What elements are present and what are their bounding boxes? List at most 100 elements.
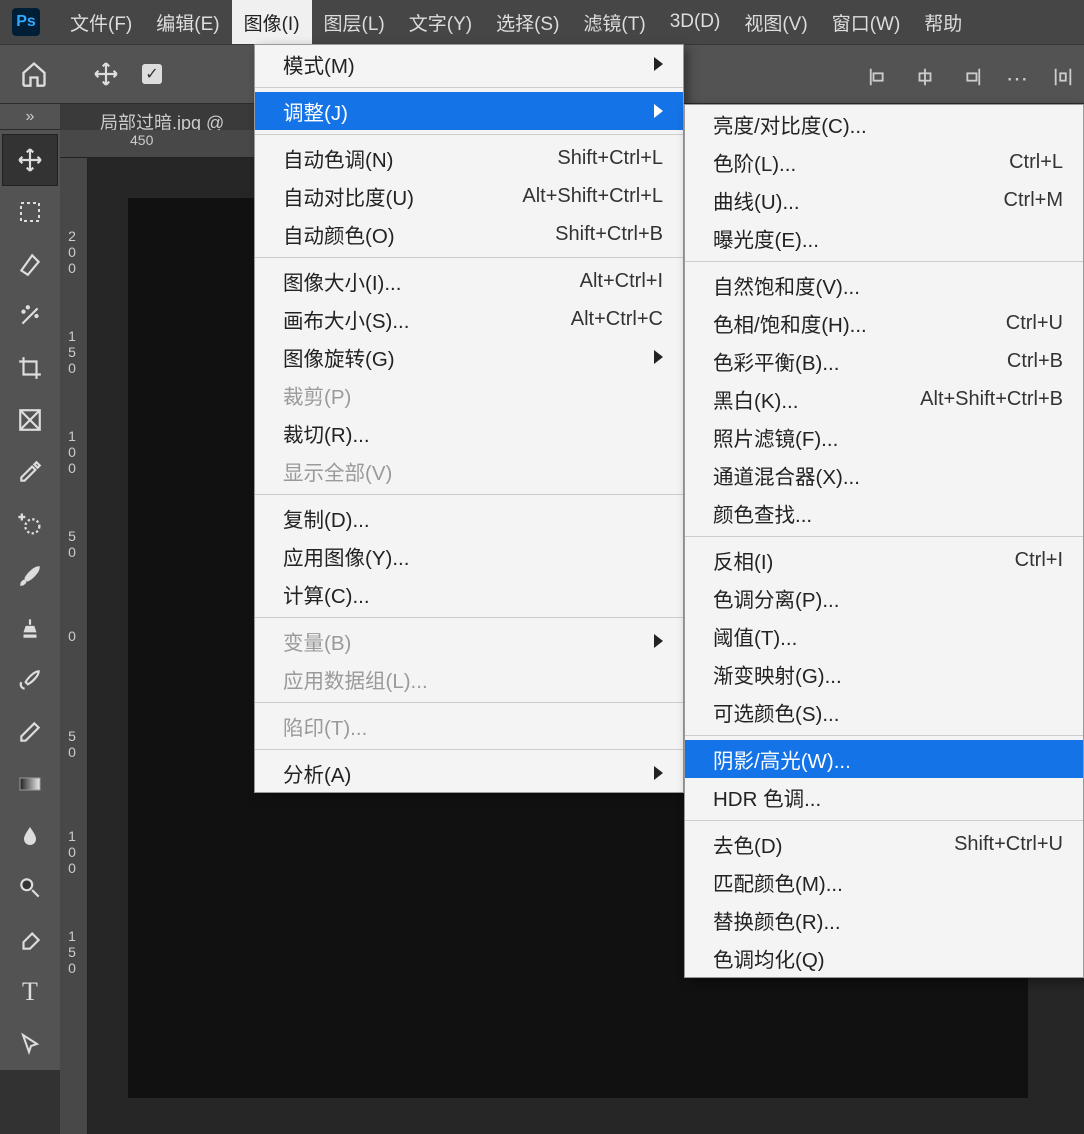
- adjust-menu-item-shortcut: Ctrl+M: [1004, 189, 1063, 212]
- menu-image[interactable]: 图像(I): [232, 0, 312, 44]
- adjust-menu-item-11[interactable]: 颜色查找...: [685, 494, 1083, 532]
- ellipsis-icon[interactable]: ⋯: [1006, 66, 1028, 94]
- image-menu-item-label: 变量(B): [283, 626, 351, 656]
- adjust-menu-item-label: 曝光度(E)...: [713, 223, 819, 253]
- menu-edit[interactable]: 编辑(E): [144, 0, 231, 44]
- adjust-menu-item-8[interactable]: 黑白(K)...Alt+Shift+Ctrl+B: [685, 380, 1083, 418]
- auto-select-checkbox[interactable]: ✓: [142, 64, 162, 84]
- adjust-menu-item-3[interactable]: 曝光度(E)...: [685, 219, 1083, 257]
- eyedropper-tool[interactable]: [2, 446, 58, 498]
- path-select-tool[interactable]: [2, 1018, 58, 1070]
- adjust-menu-item-label: 颜色查找...: [713, 498, 812, 528]
- eraser-tool[interactable]: [2, 706, 58, 758]
- adjust-menu-item-7[interactable]: 色彩平衡(B)...Ctrl+B: [685, 342, 1083, 380]
- clone-stamp-tool[interactable]: [2, 602, 58, 654]
- distribute-icon[interactable]: [1052, 66, 1074, 94]
- image-menu-separator: [255, 257, 683, 258]
- image-menu-item-label: 显示全部(V): [283, 456, 392, 486]
- menu-filter[interactable]: 滤镜(T): [571, 0, 657, 44]
- menu-3d[interactable]: 3D(D): [658, 0, 733, 44]
- image-menu-item-10[interactable]: 图像旋转(G): [255, 338, 683, 376]
- image-menu-item-19: 变量(B): [255, 622, 683, 660]
- adjust-menu-item-5[interactable]: 自然饱和度(V)...: [685, 266, 1083, 304]
- image-menu-item-9[interactable]: 画布大小(S)...Alt+Ctrl+C: [255, 300, 683, 338]
- dodge-tool[interactable]: [2, 862, 58, 914]
- align-right-icon[interactable]: [960, 66, 982, 94]
- pen-tool[interactable]: [2, 914, 58, 966]
- crop-tool[interactable]: [2, 342, 58, 394]
- image-menu-item-label: 应用数据组(L)...: [283, 664, 428, 694]
- image-menu-item-8[interactable]: 图像大小(I)...Alt+Ctrl+I: [255, 262, 683, 300]
- adjust-menu-item-label: 阴影/高光(W)...: [713, 744, 851, 774]
- image-menu-item-label: 画布大小(S)...: [283, 304, 409, 334]
- adjust-menu-item-label: 阈值(T)...: [713, 621, 797, 651]
- image-menu-item-shortcut: Alt+Ctrl+I: [580, 270, 663, 293]
- adjust-menu-item-17[interactable]: 可选颜色(S)...: [685, 693, 1083, 731]
- image-menu-item-17[interactable]: 计算(C)...: [255, 575, 683, 613]
- image-menu-item-15[interactable]: 复制(D)...: [255, 499, 683, 537]
- adjust-menu-item-0[interactable]: 亮度/对比度(C)...: [685, 105, 1083, 143]
- image-menu-item-label: 陷印(T)...: [283, 711, 367, 741]
- image-menu-item-0[interactable]: 模式(M): [255, 45, 683, 83]
- adjust-menu-item-16[interactable]: 渐变映射(G)...: [685, 655, 1083, 693]
- menu-file[interactable]: 文件(F): [58, 0, 144, 44]
- adjust-menu-item-2[interactable]: 曲线(U)...Ctrl+M: [685, 181, 1083, 219]
- menu-layer[interactable]: 图层(L): [312, 0, 397, 44]
- adjust-menu-item-25[interactable]: 色调均化(Q): [685, 939, 1083, 977]
- image-menu-item-2[interactable]: 调整(J): [255, 92, 683, 130]
- menu-window[interactable]: 窗口(W): [820, 0, 913, 44]
- image-menu-item-label: 裁切(R)...: [283, 418, 370, 448]
- adjust-menu-item-19[interactable]: 阴影/高光(W)...: [685, 740, 1083, 778]
- move-tool-option-icon[interactable]: [90, 58, 122, 90]
- adjust-menu-item-1[interactable]: 色阶(L)...Ctrl+L: [685, 143, 1083, 181]
- ruler-tick: 450: [130, 132, 153, 148]
- gradient-tool[interactable]: [2, 758, 58, 810]
- spot-heal-tool[interactable]: [2, 498, 58, 550]
- menu-help[interactable]: 帮助: [912, 0, 974, 44]
- tools-expand-icon[interactable]: »: [0, 104, 60, 130]
- image-menu-item-label: 计算(C)...: [283, 579, 370, 609]
- align-left-icon[interactable]: [868, 66, 890, 94]
- adjust-menu-item-23[interactable]: 匹配颜色(M)...: [685, 863, 1083, 901]
- history-brush-tool[interactable]: [2, 654, 58, 706]
- menu-view[interactable]: 视图(V): [732, 0, 819, 44]
- adjust-menu-item-20[interactable]: HDR 色调...: [685, 778, 1083, 816]
- adjust-menu-item-9[interactable]: 照片滤镜(F)...: [685, 418, 1083, 456]
- ruler-vtick: 0: [64, 628, 80, 644]
- image-menu-item-16[interactable]: 应用图像(Y)...: [255, 537, 683, 575]
- menu-select[interactable]: 选择(S): [484, 0, 571, 44]
- image-menu-dropdown: 模式(M) 调整(J) 自动色调(N)Shift+Ctrl+L自动对比度(U)Alt…: [254, 44, 684, 793]
- image-menu-item-24[interactable]: 分析(A): [255, 754, 683, 792]
- adjust-menu-item-label: 可选颜色(S)...: [713, 697, 839, 727]
- align-hcenter-icon[interactable]: [914, 66, 936, 94]
- move-tool[interactable]: [2, 134, 58, 186]
- image-menu-item-5[interactable]: 自动对比度(U)Alt+Shift+Ctrl+L: [255, 177, 683, 215]
- image-menu-separator: [255, 702, 683, 703]
- blur-tool[interactable]: [2, 810, 58, 862]
- ruler-vtick: 150: [64, 928, 80, 976]
- marquee-tool[interactable]: [2, 186, 58, 238]
- frame-tool[interactable]: [2, 394, 58, 446]
- adjust-menu-item-15[interactable]: 阈值(T)...: [685, 617, 1083, 655]
- adjust-menu-item-24[interactable]: 替换颜色(R)...: [685, 901, 1083, 939]
- adjust-menu-item-6[interactable]: 色相/饱和度(H)...Ctrl+U: [685, 304, 1083, 342]
- lasso-tool[interactable]: [2, 238, 58, 290]
- image-menu-item-12[interactable]: 裁切(R)...: [255, 414, 683, 452]
- submenu-arrow-icon: [654, 634, 663, 648]
- adjust-menu-item-label: 替换颜色(R)...: [713, 905, 841, 935]
- brush-tool[interactable]: [2, 550, 58, 602]
- image-menu-item-label: 自动色调(N): [283, 143, 393, 173]
- magic-wand-tool[interactable]: [2, 290, 58, 342]
- adjust-menu-item-22[interactable]: 去色(D)Shift+Ctrl+U: [685, 825, 1083, 863]
- type-tool[interactable]: T: [2, 966, 58, 1018]
- image-menu-item-4[interactable]: 自动色调(N)Shift+Ctrl+L: [255, 139, 683, 177]
- adjust-menu-item-10[interactable]: 通道混合器(X)...: [685, 456, 1083, 494]
- submenu-arrow-icon: [654, 766, 663, 780]
- adjust-menu-item-14[interactable]: 色调分离(P)...: [685, 579, 1083, 617]
- submenu-arrow-icon: [654, 104, 663, 118]
- image-menu-item-6[interactable]: 自动颜色(O)Shift+Ctrl+B: [255, 215, 683, 253]
- menu-type[interactable]: 文字(Y): [397, 0, 484, 44]
- home-icon[interactable]: [18, 58, 50, 90]
- submenu-arrow-icon: [654, 350, 663, 364]
- adjust-menu-item-13[interactable]: 反相(I)Ctrl+I: [685, 541, 1083, 579]
